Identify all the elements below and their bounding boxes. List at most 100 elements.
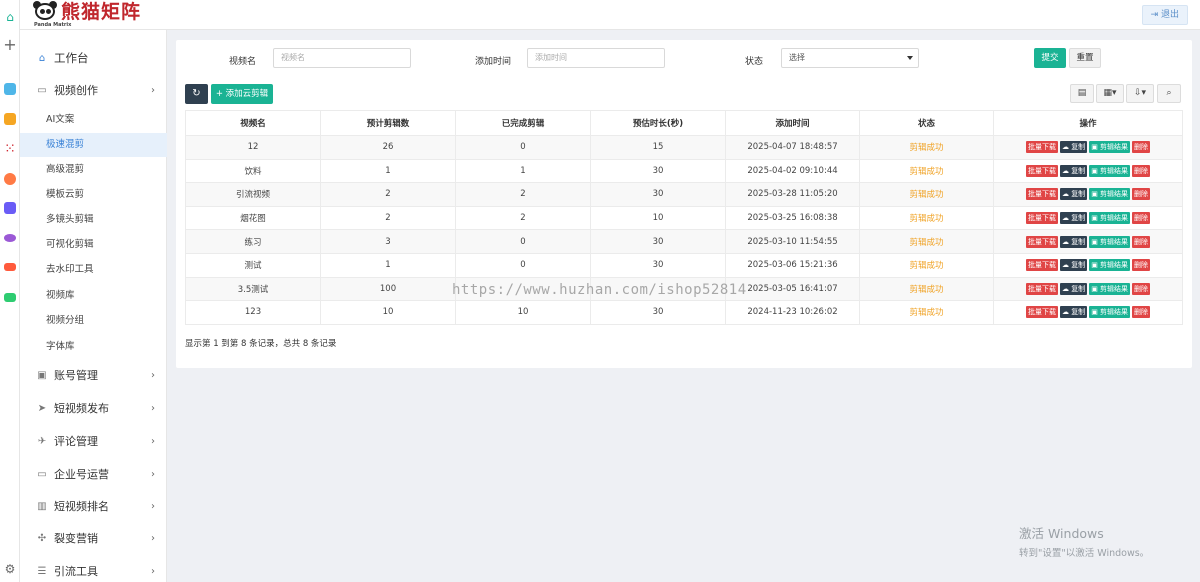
copy-button[interactable]: ☁ 复制: [1059, 235, 1088, 248]
copy-button[interactable]: ☁ 复制: [1059, 164, 1088, 177]
sidebar-item-publish[interactable]: ➤ 短视频发布 ›: [20, 397, 167, 419]
clip-results-button[interactable]: ▣ 剪辑结果: [1089, 235, 1131, 248]
toggle-view-button[interactable]: ▤: [1070, 84, 1094, 103]
copy-button[interactable]: ☁ 复制: [1059, 141, 1088, 154]
clip-results-button[interactable]: ▣ 剪辑结果: [1089, 212, 1131, 225]
delete-button[interactable]: 删除: [1132, 235, 1151, 248]
delete-button[interactable]: 删除: [1132, 259, 1151, 272]
delete-button[interactable]: 删除: [1132, 188, 1151, 201]
copy-button[interactable]: ☁ 复制: [1059, 282, 1088, 295]
sidebar-item-label: 视频创作: [54, 84, 98, 97]
add-cloud-edit-button[interactable]: + 添加云剪辑: [211, 84, 273, 104]
delete-button[interactable]: 删除: [1132, 141, 1151, 154]
refresh-button[interactable]: ↻: [185, 84, 208, 104]
batch-download-button[interactable]: 批量下载: [1025, 282, 1058, 295]
batch-download-button[interactable]: 批量下载: [1025, 259, 1058, 272]
sidebar-item-accounts[interactable]: ▣ 账号管理 ›: [20, 364, 167, 386]
settings-icon[interactable]: ⚙: [0, 560, 20, 578]
batch-download-button[interactable]: 批量下载: [1025, 164, 1058, 177]
cell-name: 12: [185, 135, 321, 160]
video-name-input[interactable]: 视频名: [273, 48, 411, 68]
add-time-input[interactable]: 添加时间: [527, 48, 665, 68]
columns-button[interactable]: ▦▾: [1096, 84, 1124, 103]
copy-button[interactable]: ☁ 复制: [1059, 259, 1088, 272]
game-app-icon[interactable]: [0, 258, 20, 276]
sidebar-sub-template-cloud[interactable]: 模板云剪: [20, 183, 167, 207]
delete-button[interactable]: 删除: [1132, 306, 1151, 319]
sidebar-item-enterprise[interactable]: ▭ 企业号运营 ›: [20, 463, 167, 485]
cell-actions: 批量下载 ☁ 复制 ▣ 剪辑结果 删除: [993, 229, 1183, 254]
logout-button[interactable]: ⇥ 退出: [1141, 5, 1188, 25]
sidebar-sub-multicam[interactable]: 多镜头剪辑: [20, 208, 167, 232]
delete-button[interactable]: 删除: [1132, 212, 1151, 225]
batch-download-button[interactable]: 批量下载: [1025, 306, 1058, 319]
table-row[interactable]: 测试 1 0 30 2025-03-06 15:21:36 剪辑成功 批量下载 ☁ 复制 ▣ 剪…: [185, 252, 1183, 278]
table-row[interactable]: 练习 3 0 30 2025-03-10 11:54:55 剪辑成功 批量下载 ☁ 复制 ▣ 剪…: [185, 229, 1183, 254]
delete-button[interactable]: 删除: [1132, 282, 1151, 295]
sidebar-sub-visual-edit[interactable]: 可视化剪辑: [20, 233, 167, 257]
sidebar-item-comments[interactable]: ✈ 评论管理 ›: [20, 430, 167, 452]
batch-download-button[interactable]: 批量下载: [1025, 235, 1058, 248]
cell-status: 剪辑成功: [859, 229, 994, 254]
batch-download-button[interactable]: 批量下载: [1025, 188, 1058, 201]
table-row[interactable]: 烟花图 2 2 10 2025-03-25 16:08:38 剪辑成功 批量下载 ☁ 复制 ▣ …: [185, 205, 1183, 231]
sidebar-sub-fast-mix[interactable]: 极速混剪: [20, 133, 167, 157]
cell-planned: 3: [320, 229, 456, 254]
col-header-duration[interactable]: 预估时长(秒): [590, 110, 726, 136]
col-header-planned[interactable]: 预计剪辑数: [320, 110, 456, 136]
sidebar-item-home[interactable]: ⌂ 工作台: [20, 47, 167, 69]
home-icon[interactable]: ⌂: [0, 8, 20, 26]
ai-app-icon[interactable]: [0, 170, 20, 188]
clip-results-button[interactable]: ▣ 剪辑结果: [1089, 188, 1131, 201]
top-header: 熊猫矩阵 Panda Matrix ⇥ 退出: [20, 0, 1200, 30]
sidebar-item-video-creation[interactable]: ▭ 视频创作 ›: [20, 79, 167, 101]
batch-download-button-label: 批量下载: [1027, 190, 1056, 199]
sidebar-sub-advanced-mix[interactable]: 高级混剪: [20, 158, 167, 182]
sidebar-sub-video-library[interactable]: 视频库: [20, 284, 167, 308]
col-header-status[interactable]: 状态: [859, 110, 994, 136]
submit-button[interactable]: 提交: [1034, 48, 1066, 68]
status-select[interactable]: 选择: [781, 48, 919, 68]
star-app-icon[interactable]: [0, 110, 20, 128]
bot-app-icon[interactable]: [0, 229, 20, 247]
sidebar: ⌂ 工作台 ▭ 视频创作 › AI文案 极速混剪 高级混剪 模板云剪 多镜头剪辑…: [20, 30, 167, 582]
sidebar-item-fission[interactable]: ✣ 裂变营销 ›: [20, 527, 167, 549]
sidebar-sub-ai-copy[interactable]: AI文案: [20, 108, 167, 132]
search-icon: ⌕: [1166, 88, 1172, 98]
batch-download-button[interactable]: 批量下载: [1025, 141, 1058, 154]
clip-results-button[interactable]: ▣ 剪辑结果: [1089, 259, 1131, 272]
plus-icon[interactable]: +: [0, 36, 20, 54]
mail-app-icon[interactable]: [0, 288, 20, 306]
app-icon-1[interactable]: [0, 80, 20, 98]
delete-button[interactable]: 删除: [1132, 164, 1151, 177]
sidebar-item-traffic[interactable]: ☰ 引流工具 ›: [20, 560, 167, 582]
clip-results-button[interactable]: ▣ 剪辑结果: [1089, 282, 1131, 295]
col-header-added[interactable]: 添加时间: [725, 110, 860, 136]
table-row[interactable]: 饮料 1 1 30 2025-04-02 09:10:44 剪辑成功 批量下载 ☁ 复制 ▣ 剪…: [185, 158, 1183, 184]
cell-name: 测试: [185, 252, 321, 278]
refresh-icon: ↻: [192, 88, 201, 99]
dots-app-icon[interactable]: ⁙: [0, 140, 20, 158]
col-header-done[interactable]: 已完成剪辑: [455, 110, 591, 136]
copy-button[interactable]: ☁ 复制: [1059, 212, 1088, 225]
cell-actions: 批量下载 ☁ 复制 ▣ 剪辑结果 删除: [993, 205, 1183, 231]
table-row[interactable]: 123 10 10 30 2024-11-23 10:26:02 剪辑成功 批量下载 ☁ 复制…: [185, 300, 1183, 325]
sidebar-sub-remove-watermark[interactable]: 去水印工具: [20, 258, 167, 282]
clip-results-button[interactable]: ▣ 剪辑结果: [1089, 164, 1131, 177]
batch-download-button[interactable]: 批量下载: [1025, 212, 1058, 225]
copy-button[interactable]: ☁ 复制: [1059, 306, 1088, 319]
sidebar-item-ranking[interactable]: ▥ 短视频排名 ›: [20, 495, 167, 517]
table-row[interactable]: 12 26 0 15 2025-04-07 18:48:57 剪辑成功 批量下载 ☁ 复制 ▣ …: [185, 135, 1183, 160]
clip-results-button[interactable]: ▣ 剪辑结果: [1089, 141, 1131, 154]
search-button[interactable]: ⌕: [1157, 84, 1181, 103]
table-row[interactable]: 引流视频 2 2 30 2025-03-28 11:05:20 剪辑成功 批量下载 ☁ 复制 ▣…: [185, 182, 1183, 207]
col-header-name[interactable]: 视频名: [185, 110, 321, 136]
reset-button[interactable]: 重置: [1069, 48, 1101, 68]
export-button[interactable]: ⇩▾: [1126, 84, 1154, 103]
batch-download-button-label: 批量下载: [1027, 261, 1056, 270]
ai-badge-icon[interactable]: [0, 199, 20, 217]
copy-button[interactable]: ☁ 复制: [1059, 188, 1088, 201]
sidebar-sub-font-library[interactable]: 字体库: [20, 335, 167, 359]
sidebar-sub-video-groups[interactable]: 视频分组: [20, 309, 167, 333]
clip-results-button[interactable]: ▣ 剪辑结果: [1089, 306, 1131, 319]
